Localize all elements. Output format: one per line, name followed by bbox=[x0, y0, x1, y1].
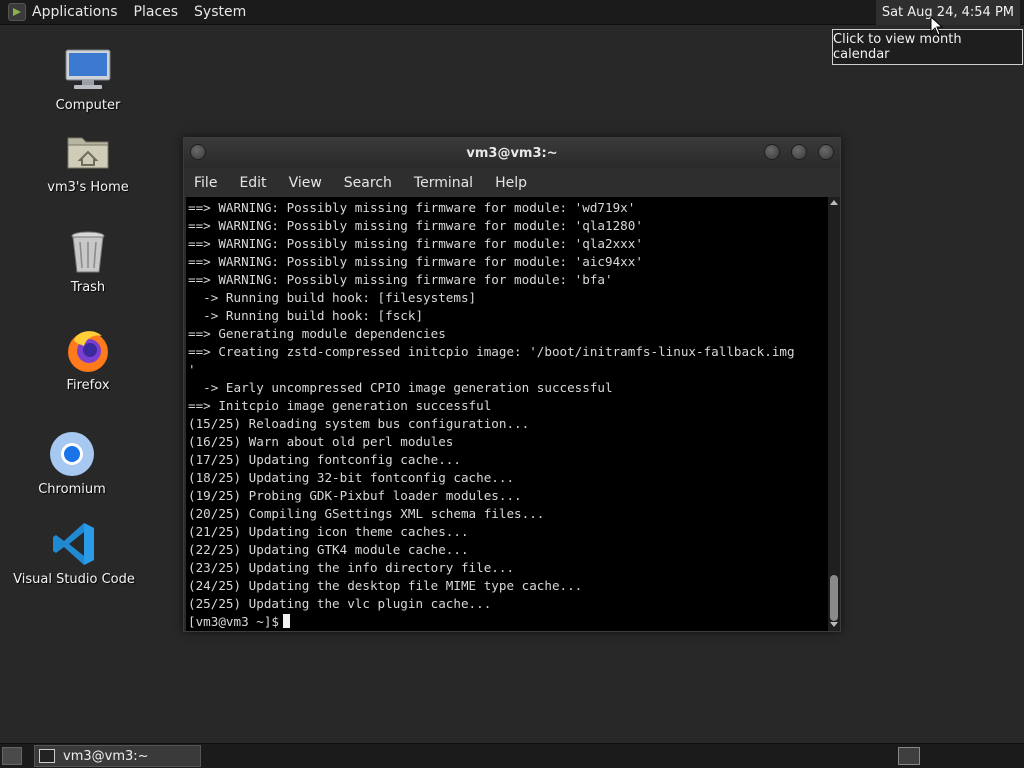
scrollbar-thumb[interactable] bbox=[830, 575, 838, 621]
taskbar-item-terminal[interactable]: vm3@vm3:~ bbox=[34, 745, 201, 767]
top-panel: Applications Places System Sat Aug 24, 4… bbox=[0, 0, 1024, 25]
minimize-icon[interactable] bbox=[764, 144, 780, 160]
terminal-line: ' bbox=[188, 362, 196, 377]
desktop-icon-label: Visual Studio Code bbox=[13, 572, 135, 587]
mouse-cursor-icon bbox=[930, 16, 944, 36]
computer-icon bbox=[65, 49, 111, 89]
desktop-icon-firefox[interactable]: Firefox bbox=[28, 326, 148, 393]
terminal-line: ==> Creating zstd-compressed initcpio im… bbox=[188, 344, 795, 359]
window-title: vm3@vm3:~ bbox=[466, 145, 558, 161]
distro-logo-icon[interactable] bbox=[8, 3, 26, 21]
desktop-icon-label: vm3's Home bbox=[47, 180, 129, 195]
maximize-icon[interactable] bbox=[791, 144, 807, 160]
menu-help[interactable]: Help bbox=[495, 175, 527, 191]
menu-terminal[interactable]: Terminal bbox=[414, 175, 473, 191]
terminal-line: ==> WARNING: Possibly missing firmware f… bbox=[188, 218, 643, 233]
bottom-panel: vm3@vm3:~ bbox=[0, 743, 1024, 768]
title-bar[interactable]: vm3@vm3:~ bbox=[184, 138, 840, 168]
terminal-line: (19/25) Probing GDK-Pixbuf loader module… bbox=[188, 488, 522, 503]
desktop-icon-label: Computer bbox=[55, 98, 121, 113]
desktop-icon-home[interactable]: vm3's Home bbox=[28, 128, 148, 195]
taskbar-item-label: vm3@vm3:~ bbox=[63, 748, 149, 764]
menu-view[interactable]: View bbox=[289, 175, 322, 191]
terminal-line: ==> WARNING: Possibly missing firmware f… bbox=[188, 254, 643, 269]
menu-search[interactable]: Search bbox=[344, 175, 392, 191]
system-menu[interactable]: System bbox=[194, 4, 246, 20]
terminal-line: (21/25) Updating icon theme caches... bbox=[188, 524, 469, 539]
desktop-icon-label: Chromium bbox=[38, 482, 106, 497]
terminal-line: -> Running build hook: [filesystems] bbox=[188, 290, 477, 305]
prompt-line[interactable]: [vm3@vm3 ~]$ bbox=[188, 613, 828, 631]
terminal-output[interactable]: ==> WARNING: Possibly missing firmware f… bbox=[186, 197, 828, 631]
terminal-line: ==> Generating module dependencies bbox=[188, 326, 446, 341]
desktop-icon-chromium[interactable]: Chromium bbox=[12, 430, 132, 497]
desktop-icon-label: Firefox bbox=[66, 378, 110, 393]
terminal-scrollbar[interactable] bbox=[828, 197, 840, 631]
clock[interactable]: Sat Aug 24, 4:54 PM bbox=[875, 0, 1020, 25]
desktop-icon-vscode[interactable]: Visual Studio Code bbox=[13, 520, 135, 587]
trash-icon bbox=[71, 231, 105, 273]
vscode-icon bbox=[53, 523, 94, 565]
terminal-line: -> Early uncompressed CPIO image generat… bbox=[188, 380, 613, 395]
terminal-line: (18/25) Updating 32-bit fontconfig cache… bbox=[188, 470, 515, 485]
text-cursor bbox=[283, 614, 290, 628]
workspace-switcher[interactable] bbox=[898, 747, 920, 765]
places-menu[interactable]: Places bbox=[134, 4, 179, 20]
desktop-icon-trash[interactable]: Trash bbox=[28, 228, 148, 295]
terminal-line: ==> WARNING: Possibly missing firmware f… bbox=[188, 236, 643, 251]
desktop-icon-label: Trash bbox=[70, 280, 106, 295]
menu-file[interactable]: File bbox=[194, 175, 217, 191]
scroll-up-arrow-icon[interactable] bbox=[830, 200, 838, 205]
show-desktop-icon[interactable] bbox=[2, 747, 22, 765]
home-folder-icon bbox=[67, 137, 109, 169]
terminal-line: ==> Initcpio image generation successful bbox=[188, 398, 492, 413]
applications-menu[interactable]: Applications bbox=[32, 4, 118, 20]
menu-edit[interactable]: Edit bbox=[239, 175, 266, 191]
terminal-line: (23/25) Updating the info directory file… bbox=[188, 560, 515, 575]
terminal-line: (24/25) Updating the desktop file MIME t… bbox=[188, 578, 583, 593]
terminal-line: (25/25) Updating the vlc plugin cache... bbox=[188, 596, 492, 611]
terminal-line: (20/25) Compiling GSettings XML schema f… bbox=[188, 506, 545, 521]
terminal-menubar: File Edit View Search Terminal Help bbox=[184, 168, 840, 197]
terminal-line: ==> WARNING: Possibly missing firmware f… bbox=[188, 272, 613, 287]
window-menu-icon[interactable] bbox=[190, 144, 206, 160]
terminal-line: ==> WARNING: Possibly missing firmware f… bbox=[188, 200, 636, 215]
terminal-line: (16/25) Warn about old perl modules bbox=[188, 434, 454, 449]
shell-prompt: [vm3@vm3 ~]$ bbox=[188, 614, 279, 629]
terminal-line: (22/25) Updating GTK4 module cache... bbox=[188, 542, 469, 557]
firefox-icon bbox=[68, 331, 108, 372]
chromium-icon bbox=[50, 432, 94, 476]
terminal-icon bbox=[39, 749, 55, 763]
terminal-line: (17/25) Updating fontconfig cache... bbox=[188, 452, 461, 467]
close-icon[interactable] bbox=[818, 144, 834, 160]
clock-tooltip: Click to view month calendar bbox=[832, 29, 1023, 65]
scroll-down-arrow-icon[interactable] bbox=[830, 622, 838, 627]
terminal-line: (15/25) Reloading system bus configurati… bbox=[188, 416, 530, 431]
desktop-icon-computer[interactable]: Computer bbox=[28, 46, 148, 113]
terminal-line: -> Running build hook: [fsck] bbox=[188, 308, 424, 323]
terminal-window[interactable]: vm3@vm3:~ File Edit View Search Terminal… bbox=[183, 137, 841, 632]
